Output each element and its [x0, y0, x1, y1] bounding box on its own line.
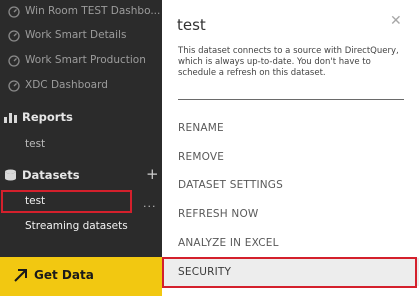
sidebar-item-win-room-test-dashboard[interactable]: Win Room TEST Dashbo... — [0, 0, 164, 25]
reports-title: Reports — [22, 110, 73, 124]
sidebar-item-label: Work Smart Production — [25, 54, 146, 66]
add-dataset-button[interactable]: + — [146, 167, 159, 182]
datasets-title: Datasets — [22, 168, 80, 182]
sidebar-item-label: XDC Dashboard — [25, 79, 108, 91]
dashboard-icon — [8, 6, 20, 18]
more-options-button[interactable]: ... — [143, 197, 157, 210]
reports-section-header[interactable]: Reports — [4, 110, 73, 124]
sidebar-item-label: Win Room TEST Dashbo... — [25, 5, 161, 17]
dataset-item-streaming-datasets[interactable]: Streaming datasets — [25, 220, 128, 232]
menu-item-rename[interactable]: RENAME — [162, 114, 419, 142]
get-data-label: Get Data — [34, 268, 94, 282]
dataset-highlight-box — [1, 190, 132, 213]
report-item-test[interactable]: test — [25, 138, 45, 150]
sidebar-item-work-smart-details[interactable]: Work Smart Details — [0, 24, 164, 49]
bar-chart-icon — [4, 113, 17, 123]
menu-item-label: REFRESH NOW — [178, 208, 259, 220]
menu-item-label: RENAME — [178, 122, 224, 134]
get-data-button[interactable]: Get Data — [0, 257, 164, 296]
sidebar-item-xdc-dashboard[interactable]: XDC Dashboard — [0, 74, 164, 99]
sidebar-item-work-smart-production[interactable]: Work Smart Production — [0, 49, 164, 74]
database-icon — [5, 169, 16, 181]
arrow-up-right-icon — [14, 269, 27, 282]
divider — [178, 99, 404, 100]
menu-item-label: DATASET SETTINGS — [178, 179, 283, 191]
dashboard-icon — [8, 55, 20, 67]
menu-item-analyze-in-excel[interactable]: ANALYZE IN EXCEL — [162, 229, 419, 257]
dashboard-icon — [8, 30, 20, 42]
sidebar: Win Room TEST Dashbo... Work Smart Detai… — [0, 0, 164, 296]
menu-item-label: ANALYZE IN EXCEL — [178, 237, 279, 249]
dashboard-icon — [8, 80, 20, 92]
panel-description: This dataset connects to a source with D… — [178, 46, 399, 78]
panel-title: test — [177, 16, 206, 34]
sidebar-item-label: Work Smart Details — [25, 29, 127, 41]
menu-item-refresh-now[interactable]: REFRESH NOW — [162, 200, 419, 228]
datasets-section-header[interactable]: Datasets — [4, 168, 80, 182]
menu-item-remove[interactable]: REMOVE — [162, 143, 419, 171]
close-icon[interactable]: ✕ — [390, 14, 402, 28]
dataset-context-panel: test ✕ This dataset connects to a source… — [162, 0, 419, 296]
menu-item-dataset-settings[interactable]: DATASET SETTINGS — [162, 171, 419, 199]
menu-item-label: REMOVE — [178, 151, 225, 163]
security-highlight-box — [162, 257, 417, 288]
